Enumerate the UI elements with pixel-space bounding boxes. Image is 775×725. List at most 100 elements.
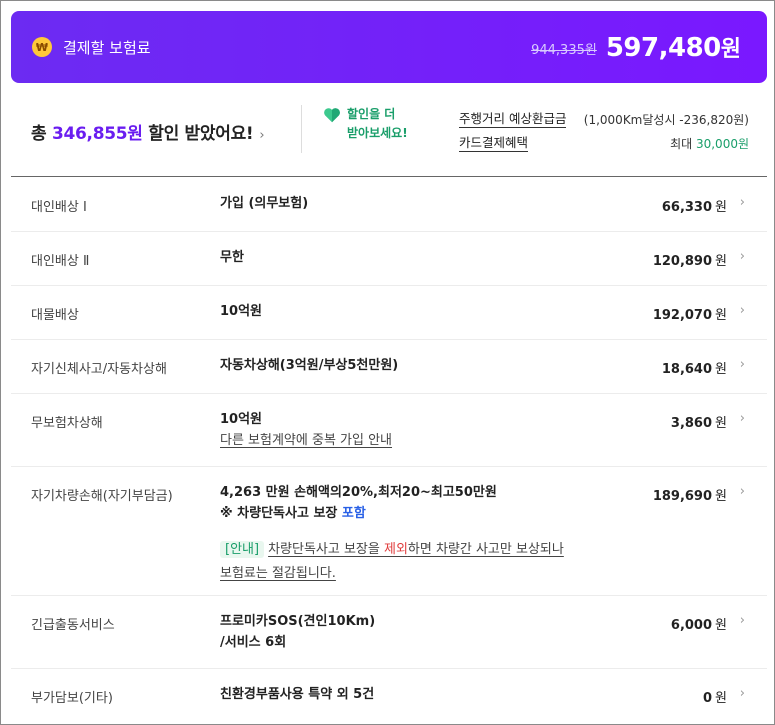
notice-box: [안내] 차량단독사고 보장을 제외하면 차량간 사고만 보상되나 보험료는 절감… — [220, 538, 564, 586]
chevron-right-icon: › — [739, 484, 745, 499]
coverage-price: 6,000 원 — [671, 614, 727, 633]
price-value: 18,640 — [661, 362, 713, 377]
notice-text: 차량단독사고 보장을 제외하면 차량간 사고만 보상되나 — [268, 542, 564, 557]
price-unit: 원 — [715, 489, 727, 504]
coverage-row[interactable]: 대인배상 Ⅰ 가입 (의무보험) 66,330 원 › — [11, 178, 767, 232]
price-unit: 원 — [715, 618, 727, 633]
more-line-1: 할인을 더 — [347, 107, 396, 121]
chevron-right-icon: › — [259, 128, 265, 143]
coverage-price: 0원 — [703, 687, 727, 706]
duplicate-coverage-link[interactable]: 다른 보험계약에 중복 가입 안내 — [220, 430, 392, 451]
chevron-right-icon: › — [739, 195, 745, 210]
coverage-detail-block: 4,263 만원 손해액의20%,최저20~최고50만원 ※ 차량단독사고 보장… — [220, 482, 564, 586]
chevron-right-icon: › — [739, 613, 745, 628]
coverage-row[interactable]: 대물배상 10억원 192,070 원 › — [11, 286, 767, 340]
card-benefit-link[interactable]: 카드결제혜택 — [459, 135, 529, 152]
coverage-price: 66,330 원 — [662, 196, 727, 215]
coverage-row[interactable]: 대인배상 Ⅱ 무한 120,890 원 › — [11, 232, 767, 286]
price-unit: 원 — [715, 416, 727, 431]
coverage-price: 18,640 원 — [662, 358, 727, 377]
benefit-row-mileage: 주행거리 예상환급금 (1,000Km달성시 -236,820원) — [459, 107, 749, 131]
coverage-name: 자기신체사고/자동차상해 — [31, 362, 167, 377]
chevron-right-icon: › — [739, 411, 745, 426]
more-line-2: 받아보세요! — [347, 126, 408, 140]
notice-red: 제외 — [383, 542, 408, 557]
coverage-detail: 가입 (의무보험) — [220, 196, 309, 211]
coverage-price: 120,890 원 — [653, 250, 727, 269]
coverage-detail: 친환경부품사용 특약 외 5건 — [220, 687, 375, 702]
final-price: 597,480 — [605, 33, 721, 63]
coverage-detail-block: 10억원 다른 보험계약에 중복 가입 안내 — [220, 409, 392, 451]
coverage-detail: 10억원 — [220, 412, 263, 427]
card-benefit-value: 최대 30,000원 — [670, 135, 749, 152]
price-value: 0 — [702, 691, 713, 706]
coverage-name: 대물배상 — [31, 308, 79, 323]
price-value: 6,000 — [670, 618, 713, 633]
discount-amount: 346,855원 — [51, 124, 143, 144]
coverage-row[interactable]: 긴급출동서비스 프로미카SOS(견인10Km) /서비스 6회 6,000 원 › — [11, 596, 767, 669]
chevron-right-icon: › — [739, 303, 745, 318]
price-unit: 원 — [715, 691, 727, 706]
chevron-right-icon: › — [739, 249, 745, 264]
price-unit: 원 — [715, 254, 727, 269]
coverage-row[interactable]: 부가담보(기타) 친환경부품사용 특약 외 5건 0원 › — [11, 669, 767, 723]
coverage-detail-line-2: /서비스 6회 — [220, 635, 287, 650]
notice-part-2: 하면 차량간 사고만 보상되나 — [407, 542, 564, 557]
price-unit: 원 — [715, 308, 727, 323]
discount-suffix: 할인 받았어요! — [142, 124, 254, 144]
divider — [301, 105, 302, 153]
page-frame: ₩ 결제할 보험료 944,335원 597,480 원 총 346,855원 … — [0, 0, 775, 725]
coverage-name: 대인배상 Ⅱ — [31, 254, 90, 269]
coverage-detail: 프로미카SOS(견인10Km) — [220, 614, 376, 629]
chevron-right-icon: › — [739, 357, 745, 372]
price-group: 944,335원 597,480 원 — [531, 31, 741, 63]
chevron-right-icon: › — [739, 686, 745, 701]
benefit-list: 주행거리 예상환급금 (1,000Km달성시 -236,820원) 카드결제혜택… — [459, 107, 749, 155]
coverage-detail: 자동차상해(3억원/부상5천만원) — [220, 358, 399, 373]
coverage-name: 긴급출동서비스 — [31, 618, 115, 633]
price-value: 66,330 — [661, 200, 713, 215]
more-discount-link[interactable]: 할인을 더 받아보세요! — [323, 105, 408, 143]
card-benefit-prefix: 최대 — [670, 136, 696, 151]
coverage-price: 192,070 원 — [653, 304, 727, 323]
payment-title: 결제할 보험료 — [63, 38, 151, 57]
final-price-unit: 원 — [720, 37, 741, 62]
mileage-refund-value: (1,000Km달성시 -236,820원) — [583, 112, 749, 127]
coverage-detail-block: 프로미카SOS(견인10Km) /서비스 6회 — [220, 611, 375, 653]
coverage-detail: 4,263 만원 손해액의20%,최저20~최고50만원 — [220, 485, 497, 500]
coverage-name: 대인배상 Ⅰ — [31, 200, 87, 215]
won-coin-icon: ₩ — [32, 37, 52, 57]
payment-header: ₩ 결제할 보험료 944,335원 597,480 원 — [11, 11, 767, 83]
original-price: 944,335원 — [531, 43, 597, 58]
price-unit: 원 — [715, 362, 727, 377]
notice-part-3: 보험료는 절감됩니다. — [220, 566, 336, 581]
coverage-name: 자기차량손해(자기부담금) — [31, 489, 173, 504]
coverage-name: 무보험차상해 — [31, 416, 103, 431]
coverage-name: 부가담보(기타) — [31, 691, 113, 706]
coverage-price: 189,690 원 — [653, 485, 727, 504]
coverage-row[interactable]: 자기신체사고/자동차상해 자동차상해(3억원/부상5천만원) 18,640 원 › — [11, 340, 767, 394]
price-value: 3,860 — [670, 416, 713, 431]
note-text: ※ 차량단독사고 보장 — [220, 506, 342, 521]
coverage-price: 3,860 원 — [671, 412, 727, 431]
more-discount-text: 할인을 더 받아보세요! — [347, 105, 408, 143]
price-value: 192,070 — [652, 308, 713, 323]
coverage-detail: 무한 — [220, 250, 244, 265]
card-benefit-amount: 30,000원 — [695, 136, 749, 151]
coverage-detail: 10억원 — [220, 304, 263, 319]
price-unit: 원 — [715, 200, 727, 215]
price-value: 120,890 — [652, 254, 713, 269]
coverage-list: 대인배상 Ⅰ 가입 (의무보험) 66,330 원 › 대인배상 Ⅱ 무한 120… — [11, 178, 767, 723]
price-value: 189,690 — [652, 489, 713, 504]
mileage-refund-link[interactable]: 주행거리 예상환급금 — [459, 111, 567, 128]
note-highlight: 포함 — [341, 506, 366, 521]
coverage-detail-note: ※ 차량단독사고 보장 포함 — [220, 503, 564, 524]
heart-icon — [324, 108, 340, 123]
benefit-row-card: 카드결제혜택 최대 30,000원 — [459, 131, 749, 155]
coverage-row[interactable]: 무보험차상해 10억원 다른 보험계약에 중복 가입 안내 3,860 원 › — [11, 394, 767, 467]
notice-tag: [안내] — [220, 541, 265, 558]
discount-summary: 총 346,855원 할인 받았어요! › 할인을 더 받아보세요! 주행거리 예… — [11, 101, 767, 177]
notice-part-1: 차량단독사고 보장을 — [268, 542, 384, 557]
discount-total-link[interactable]: 총 346,855원 할인 받았어요! › — [31, 119, 265, 144]
coverage-row[interactable]: 자기차량손해(자기부담금) 4,263 만원 손해액의20%,최저20~최고50… — [11, 467, 767, 596]
